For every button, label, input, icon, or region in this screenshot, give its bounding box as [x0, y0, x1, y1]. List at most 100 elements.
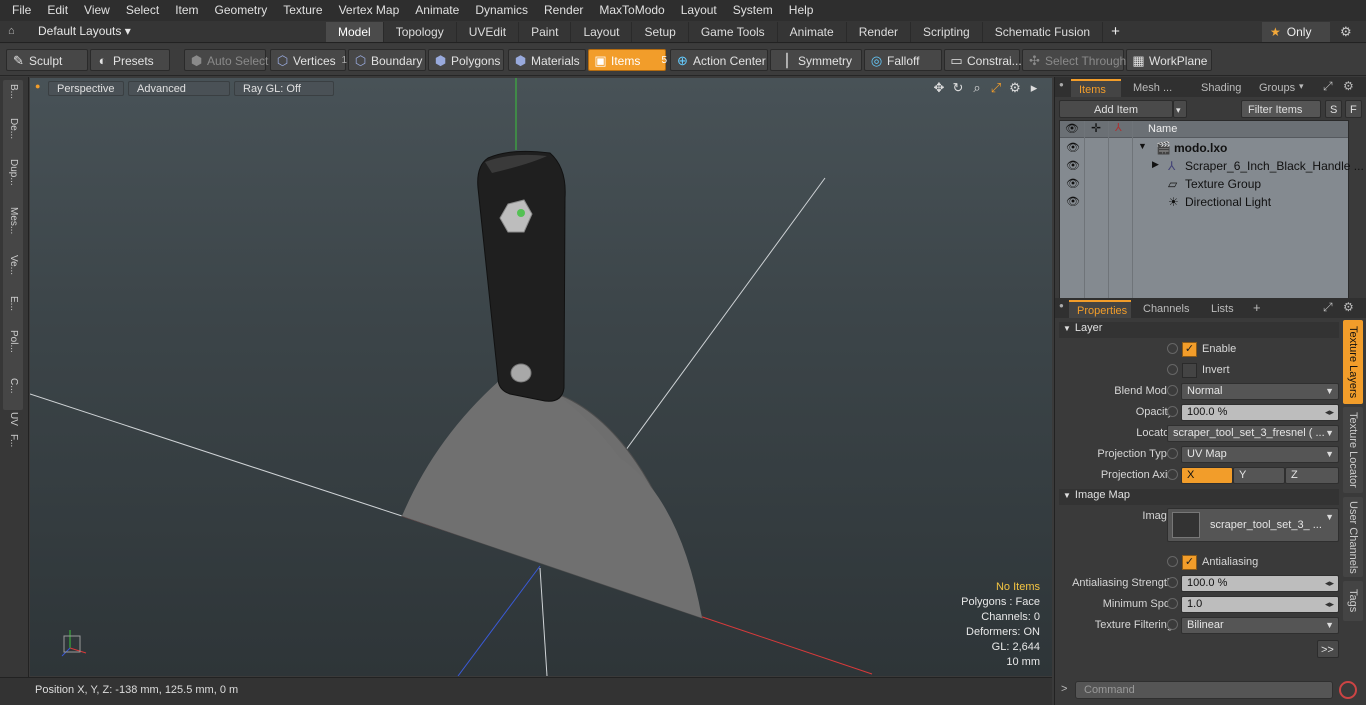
panel-gear-icon[interactable]: ⚙	[1343, 300, 1354, 314]
tab-topology[interactable]: Topology	[384, 22, 457, 42]
menu-view[interactable]: View	[76, 0, 118, 21]
add-tab-icon[interactable]: +	[1253, 300, 1261, 315]
tab-channels[interactable]: Channels	[1135, 300, 1197, 318]
tab-render[interactable]: Render	[847, 22, 912, 42]
menu-file[interactable]: File	[4, 0, 39, 21]
tab-setup[interactable]: Setup	[632, 22, 689, 42]
image-map-section-header[interactable]: ▼ Image Map	[1059, 489, 1339, 505]
left-tab-2[interactable]: Dup...	[5, 159, 21, 186]
left-tab-7[interactable]: C...	[5, 378, 21, 394]
menu-select[interactable]: Select	[118, 0, 167, 21]
left-tab-1[interactable]: De...	[5, 118, 21, 139]
tab-animate[interactable]: Animate	[778, 22, 847, 42]
layout-selector[interactable]: Default Layouts ▾	[38, 24, 131, 38]
tab-properties[interactable]: Properties	[1069, 300, 1131, 318]
scene-canvas[interactable]	[30, 78, 1052, 676]
symmetry-button[interactable]: ▕ Symmetry	[770, 49, 862, 71]
channel-dot[interactable]	[1167, 448, 1178, 459]
tab-model[interactable]: Model	[326, 22, 384, 42]
projection-type-select[interactable]: UV Map ▼	[1181, 446, 1339, 463]
stepper-icon[interactable]: ◂▸	[1325, 597, 1334, 612]
left-tab-6[interactable]: Pol...	[5, 330, 21, 353]
channel-dot[interactable]	[1167, 364, 1178, 375]
item-list[interactable]: 👁 ✛ ⅄ Name 👁 ▼ 🎬 modo.lxo 👁 ▶ ⅄ Scraper_…	[1059, 120, 1364, 304]
viewport-settings-icon[interactable]: ⚙	[1007, 80, 1023, 96]
boundary-button[interactable]: ⬡ Boundary	[348, 49, 426, 71]
left-tab-9[interactable]: F...	[5, 434, 21, 447]
workplane-button[interactable]: ▦ WorkPlane	[1126, 49, 1212, 71]
tab-user-channels[interactable]: User Channels	[1343, 497, 1363, 577]
3d-viewport[interactable]: ● Perspective Advanced Ray GL: Off ✥ ↻ ⌕…	[30, 78, 1052, 676]
menu-vertex-map[interactable]: Vertex Map	[331, 0, 408, 21]
f-button[interactable]: F	[1345, 100, 1362, 118]
layout-home-icon[interactable]: ⌂	[8, 25, 20, 37]
command-input[interactable]: Command	[1075, 681, 1333, 699]
zoom-icon[interactable]: ⌕	[969, 80, 985, 96]
add-item-dropdown-icon[interactable]: ▾	[1173, 100, 1187, 118]
tab-layout[interactable]: Layout	[571, 22, 633, 42]
channel-dot[interactable]	[1167, 406, 1178, 417]
tab-texture-locator[interactable]: Texture Locator	[1343, 407, 1363, 493]
tab-paint[interactable]: Paint	[519, 22, 572, 42]
left-tab-8[interactable]: UV	[5, 412, 21, 426]
tabs-dropdown-icon[interactable]: ▾	[1299, 81, 1304, 92]
tab-shading[interactable]: Shading	[1193, 79, 1247, 97]
record-icon[interactable]	[1339, 681, 1357, 699]
fit-icon[interactable]: ⤢	[988, 80, 1004, 96]
menu-edit[interactable]: Edit	[39, 0, 76, 21]
axis-z-button[interactable]: Z	[1285, 467, 1339, 484]
sculpt-button[interactable]: ✎ Sculpt	[6, 49, 88, 71]
tab-schematic-fusion[interactable]: Schematic Fusion	[983, 22, 1104, 42]
tab-scripting[interactable]: Scripting	[911, 22, 983, 42]
only-toggle[interactable]: ★ Only	[1262, 22, 1330, 42]
presets-button[interactable]: ◐ Presets	[90, 49, 170, 71]
eye-icon[interactable]: 👁	[1066, 195, 1080, 208]
tab-tags[interactable]: Tags	[1343, 581, 1363, 621]
perspective-button[interactable]: Perspective	[48, 81, 124, 96]
channel-dot[interactable]	[1167, 556, 1178, 567]
min-spot-field[interactable]: 1.0 ◂▸	[1181, 596, 1339, 613]
expand-icon[interactable]: ⤢	[1323, 300, 1333, 315]
texture-filtering-select[interactable]: Bilinear ▼	[1181, 617, 1339, 634]
left-tab-0[interactable]: B...	[5, 84, 21, 99]
constraints-button[interactable]: ▭ Constrai...	[944, 49, 1022, 71]
expand-icon[interactable]: ⤢	[1323, 79, 1333, 94]
filter-items-field[interactable]: Filter Items	[1241, 100, 1321, 118]
gear-icon[interactable]: ⚙	[1340, 24, 1352, 40]
tab-uvedit[interactable]: UVEdit	[457, 22, 520, 42]
aa-strength-field[interactable]: 100.0 % ◂▸	[1181, 575, 1339, 592]
action-center-button[interactable]: ⊕ Action Center	[670, 49, 768, 71]
tab-lists[interactable]: Lists	[1203, 300, 1243, 318]
left-tab-3[interactable]: Mes...	[5, 207, 21, 234]
menu-render[interactable]: Render	[536, 0, 591, 21]
list-item[interactable]: 👁 ▱ Texture Group	[1060, 175, 1348, 193]
locator-select[interactable]: scraper_tool_set_3_fresnel ( ... ▼	[1167, 425, 1339, 442]
left-tab-4[interactable]: Ve...	[5, 255, 21, 275]
eye-icon[interactable]: 👁	[1066, 177, 1080, 190]
shading-button[interactable]: Advanced	[128, 81, 230, 96]
channel-dot[interactable]	[1167, 385, 1178, 396]
channel-dot[interactable]	[1167, 619, 1178, 630]
menu-maxtomodo[interactable]: MaxToModo	[591, 0, 672, 21]
eye-icon[interactable]: 👁	[1066, 159, 1080, 172]
tab-texture-layers[interactable]: Texture Layers	[1343, 320, 1363, 404]
layer-section-header[interactable]: ▼ Layer	[1059, 322, 1339, 338]
menu-dynamics[interactable]: Dynamics	[467, 0, 536, 21]
menu-item[interactable]: Item	[167, 0, 206, 21]
expand-icon[interactable]: ▶	[1152, 159, 1159, 170]
opacity-field[interactable]: 100.0 % ◂▸	[1181, 404, 1339, 421]
list-item[interactable]: 👁 ▶ ⅄ Scraper_6_Inch_Black_Handle ...	[1060, 157, 1364, 175]
menu-animate[interactable]: Animate	[407, 0, 467, 21]
add-item-button[interactable]: Add Item	[1059, 100, 1173, 118]
eye-icon[interactable]: 👁	[1066, 141, 1080, 154]
pan-icon[interactable]: ✥	[931, 80, 947, 96]
invert-checkbox[interactable]	[1182, 363, 1197, 378]
panel-gear-icon[interactable]: ⚙	[1343, 79, 1354, 93]
list-item[interactable]: 👁 ▼ 🎬 modo.lxo	[1060, 139, 1348, 157]
axis-x-button[interactable]: X	[1181, 467, 1233, 484]
antialiasing-checkbox[interactable]: ✓	[1182, 555, 1197, 570]
menu-geometry[interactable]: Geometry	[207, 0, 276, 21]
axis-y-button[interactable]: Y	[1233, 467, 1285, 484]
channel-dot[interactable]	[1167, 577, 1178, 588]
rotate-icon[interactable]: ↻	[950, 80, 966, 96]
